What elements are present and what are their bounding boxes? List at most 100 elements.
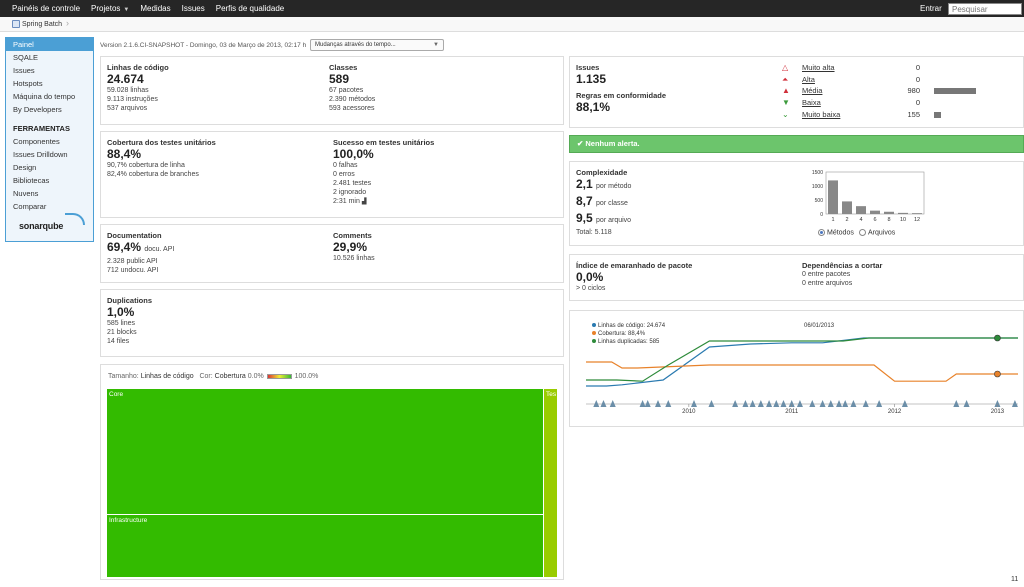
severity-bar [934, 88, 976, 95]
nav-dashboards[interactable]: Painéis de controle [12, 4, 80, 13]
histogram-bar [884, 211, 894, 214]
sidebar-item-libraries[interactable]: Bibliotecas [6, 174, 93, 187]
treemap-tile-label: Infrastructure [109, 517, 148, 524]
test-failures[interactable]: 0 falhas [333, 161, 434, 170]
dependencies-between-files[interactable]: 0 entre arquivos [802, 279, 882, 288]
histogram-bar [912, 213, 922, 214]
sidebar-item-sqale[interactable]: SQALE [6, 51, 93, 64]
test-count[interactable]: 2.481 testes [333, 179, 434, 188]
complexity-per-class[interactable]: 8,7 [576, 194, 593, 208]
tangle-cycles[interactable]: > 0 ciclos [576, 284, 692, 293]
event-marker [609, 400, 616, 407]
histogram-bar [898, 212, 908, 214]
series-end-marker [994, 370, 1001, 378]
test-success-value[interactable]: 100,0% [333, 147, 434, 161]
radio-files[interactable]: Arquivos [859, 229, 895, 236]
test-duration[interactable]: 2:31 min [333, 198, 360, 205]
event-marker [644, 400, 651, 407]
test-success-block: Sucesso em testes unitários 100,0% 0 fal… [333, 138, 434, 207]
breadcrumb-project[interactable]: Spring Batch [12, 20, 62, 28]
radio-methods[interactable]: Métodos [818, 229, 854, 236]
complexity-per-method[interactable]: 2,1 [576, 177, 593, 191]
classes-accessors[interactable]: 593 acessores [329, 104, 375, 113]
nav-quality-profiles[interactable]: Perfis de qualidade [216, 4, 285, 13]
series-end-marker [994, 334, 1001, 342]
rules-compliance-value[interactable]: 88,1% [576, 100, 666, 114]
x-tick-label: 2013 [991, 409, 1005, 415]
nav-measures[interactable]: Medidas [140, 4, 170, 13]
sidebar-item-components[interactable]: Componentes [6, 135, 93, 148]
treemap-tile-core[interactable]: Core [106, 388, 544, 515]
public-api[interactable]: 2.328 public API [107, 257, 174, 266]
tests-widget: Cobertura dos testes unitários 88,4% 90,… [100, 131, 564, 218]
sonarqube-logo-text: sonarqube [19, 221, 64, 231]
tangle-block: Índice de emaranhado de pacote 0,0% > 0 … [576, 261, 692, 293]
y-tick-label: 1500 [812, 170, 823, 176]
documentation-title: Documentation [107, 231, 162, 240]
sidebar-item-design[interactable]: Design [6, 161, 93, 174]
treemap-tile-test[interactable]: Tes [543, 388, 558, 578]
duplicated-lines[interactable]: 585 lines [107, 319, 152, 328]
chevron-down-icon: ▼ [123, 7, 130, 13]
issues-block: Issues 1.135 Regras em conformidade 88,1… [576, 63, 666, 114]
complexity-total[interactable]: Total: 5.118 [576, 228, 631, 237]
classes-title: Classes [329, 63, 358, 72]
loc-files[interactable]: 537 arquivos [107, 104, 169, 113]
duplicated-files[interactable]: 14 files [107, 337, 152, 346]
histogram-bar [842, 201, 852, 214]
coverage-value[interactable]: 88,4% [107, 147, 216, 161]
classes-value[interactable]: 589 [329, 72, 375, 86]
treemap-size-metric[interactable]: Linhas de código [141, 373, 194, 380]
login-link[interactable]: Entrar [920, 4, 942, 13]
complexity-per-file-unit: por arquivo [596, 217, 632, 224]
dependencies-between-packages[interactable]: 0 entre pacotes [802, 270, 882, 279]
sidebar-item-issues-drilldown[interactable]: Issues Drilldown [6, 148, 93, 161]
issues-value[interactable]: 1.135 [576, 72, 666, 86]
radio-unselected-icon [859, 229, 866, 236]
event-marker [862, 400, 869, 407]
nav-issues[interactable]: Issues [182, 4, 205, 13]
sidebar-item-time-machine[interactable]: Máquina do tempo [6, 90, 93, 103]
sidebar-item-by-developers[interactable]: By Developers [6, 103, 93, 116]
event-marker [749, 400, 756, 407]
radio-selected-icon [818, 229, 825, 236]
duplicated-blocks[interactable]: 21 blocks [107, 328, 152, 337]
sidebar-tools-header: FERRAMENTAS [13, 124, 70, 133]
classes-packages[interactable]: 67 pacotes [329, 86, 375, 95]
series-line [586, 337, 1018, 387]
test-errors[interactable]: 0 erros [333, 170, 434, 179]
histogram-bar [870, 210, 880, 214]
branch-coverage[interactable]: 82,4% cobertura de branches [107, 170, 216, 179]
duplications-value[interactable]: 1,0% [107, 305, 152, 319]
treemap-tile-infrastructure[interactable]: Infrastructure [106, 514, 544, 578]
check-icon: ✔ [577, 139, 584, 148]
sidebar-item-hotspots[interactable]: Hotspots [6, 77, 93, 90]
event-marker [708, 400, 715, 407]
loc-instructions[interactable]: 9.113 instruções [107, 95, 169, 104]
event-marker [593, 400, 600, 407]
sidebar-item-dashboard[interactable]: Painel [6, 38, 93, 51]
compare-period-select[interactable]: Mudanças através do tempo... ▼ [310, 39, 444, 51]
sidebar-item-compare[interactable]: Comparar [6, 200, 93, 213]
comments-value[interactable]: 29,9% [333, 240, 375, 254]
classes-methods[interactable]: 2.390 métodos [329, 95, 375, 104]
line-coverage[interactable]: 90,7% cobertura de linha [107, 161, 216, 170]
sidebar-item-clouds[interactable]: Nuvens [6, 187, 93, 200]
x-tick-label: 10 [900, 217, 906, 223]
comment-lines[interactable]: 10.526 linhas [333, 254, 375, 263]
undocumented-api[interactable]: 712 undocu. API [107, 266, 174, 275]
test-duration-row: 2:31 min ▟ [333, 197, 434, 207]
nav-projects[interactable]: Projetos ▼ [91, 4, 129, 13]
search-input[interactable] [948, 3, 1022, 15]
loc-value[interactable]: 24.674 [107, 72, 169, 86]
sidebar-item-issues[interactable]: Issues [6, 64, 93, 77]
loc-lines[interactable]: 59.028 linhas [107, 86, 169, 95]
tangle-value[interactable]: 0,0% [576, 270, 692, 284]
event-marker [901, 400, 908, 407]
documentation-value[interactable]: 69,4% [107, 240, 141, 254]
loc-block: Linhas de código 24.674 59.028 linhas 9.… [107, 63, 169, 113]
treemap-color-metric[interactable]: Cobertura [215, 373, 246, 380]
project-icon [12, 20, 20, 28]
complexity-per-file[interactable]: 9,5 [576, 211, 593, 225]
test-ignored[interactable]: 2 ignorado [333, 188, 434, 197]
